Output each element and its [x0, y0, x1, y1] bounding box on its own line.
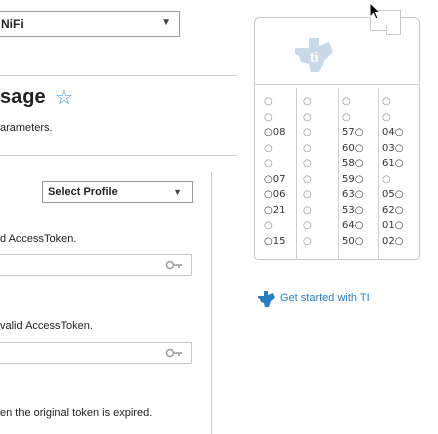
pin-label: 53○ — [342, 204, 364, 216]
pin-label: ○07 — [264, 173, 286, 185]
pin-label: ○ — [382, 96, 391, 107]
pin-label: 02○ — [382, 235, 404, 247]
pin-label: ○ — [303, 220, 312, 231]
pin-label: 59○ — [342, 173, 364, 185]
board-connector-notch — [386, 25, 401, 35]
mouse-cursor-icon — [369, 2, 381, 20]
separator — [0, 75, 237, 76]
pin-label: 58○ — [342, 158, 364, 169]
pin-label: 05○ — [382, 189, 404, 200]
key-icon[interactable] — [165, 346, 183, 360]
pin-label: ○ — [303, 142, 312, 154]
pin-label: ○08 — [264, 127, 286, 138]
pin-label: ○21 — [264, 204, 286, 216]
pin-label: 64○ — [342, 220, 364, 231]
pin-label: ○ — [342, 111, 351, 123]
pin-label: 57○ — [342, 127, 364, 138]
pin-label: ○ — [382, 111, 391, 123]
pin-label: ○15 — [264, 235, 286, 247]
key-icon[interactable] — [165, 258, 183, 272]
profile-select-value: Select Profile — [48, 186, 118, 198]
page-subtitle: arameters. — [0, 122, 53, 134]
refresh-token-input[interactable] — [0, 342, 192, 364]
get-started-label: Get started with TI — [280, 292, 370, 304]
pin-column-divider — [378, 88, 379, 260]
page-title: sage — [0, 86, 46, 108]
ti-logo-icon: ti — [295, 38, 333, 72]
ti-logo-icon — [258, 291, 275, 307]
svg-text:ti: ti — [310, 49, 319, 65]
pin-column-divider — [296, 88, 297, 260]
pin-label: ○ — [303, 173, 312, 185]
pin-label: 03○ — [382, 142, 404, 154]
pin-label: ○ — [382, 173, 391, 185]
pin-label: ○ — [303, 96, 312, 107]
pin-label: ○06 — [264, 189, 286, 200]
pin-label: ○ — [264, 158, 273, 169]
pin-label: ○ — [264, 142, 273, 154]
pin-label: 63○ — [342, 189, 364, 200]
token-expired-note: en the original token is expired. — [0, 407, 153, 419]
pin-label: ○ — [264, 96, 273, 107]
access-token-label: d AccessToken. — [0, 233, 77, 245]
pin-label: 62○ — [382, 204, 404, 216]
wifi-select-value: NiFi — [1, 17, 24, 31]
pin-label: ○ — [303, 158, 312, 169]
pin-label: 50○ — [342, 235, 364, 247]
refresh-token-label: valid AccessToken. — [0, 320, 93, 332]
pin-column-divider — [338, 88, 339, 260]
pin-label: ○ — [303, 235, 312, 247]
pin-label: ○ — [342, 96, 351, 107]
chevron-down-icon: ▼ — [161, 17, 171, 28]
pin-label: 60○ — [342, 142, 364, 154]
pin-label: ○ — [303, 189, 312, 200]
form-divider — [211, 172, 212, 434]
pin-label: ○ — [303, 204, 312, 216]
pin-grid-top-border — [254, 84, 420, 85]
profile-select[interactable]: Select Profile ▼ — [42, 181, 193, 203]
pin-label: ○ — [264, 220, 273, 231]
chevron-down-icon: ▼ — [173, 187, 182, 197]
wifi-select[interactable]: NiFi ▼ — [0, 11, 180, 37]
pin-label: 61○ — [382, 158, 404, 169]
pin-label: ○ — [303, 111, 312, 123]
star-icon[interactable]: ☆ — [55, 85, 73, 110]
separator — [0, 155, 237, 156]
pin-label: 01○ — [382, 220, 404, 231]
pin-label: ○ — [303, 127, 312, 138]
pin-label: ○ — [264, 111, 273, 123]
access-token-input[interactable] — [0, 254, 192, 276]
pin-label: 04○ — [382, 127, 404, 138]
